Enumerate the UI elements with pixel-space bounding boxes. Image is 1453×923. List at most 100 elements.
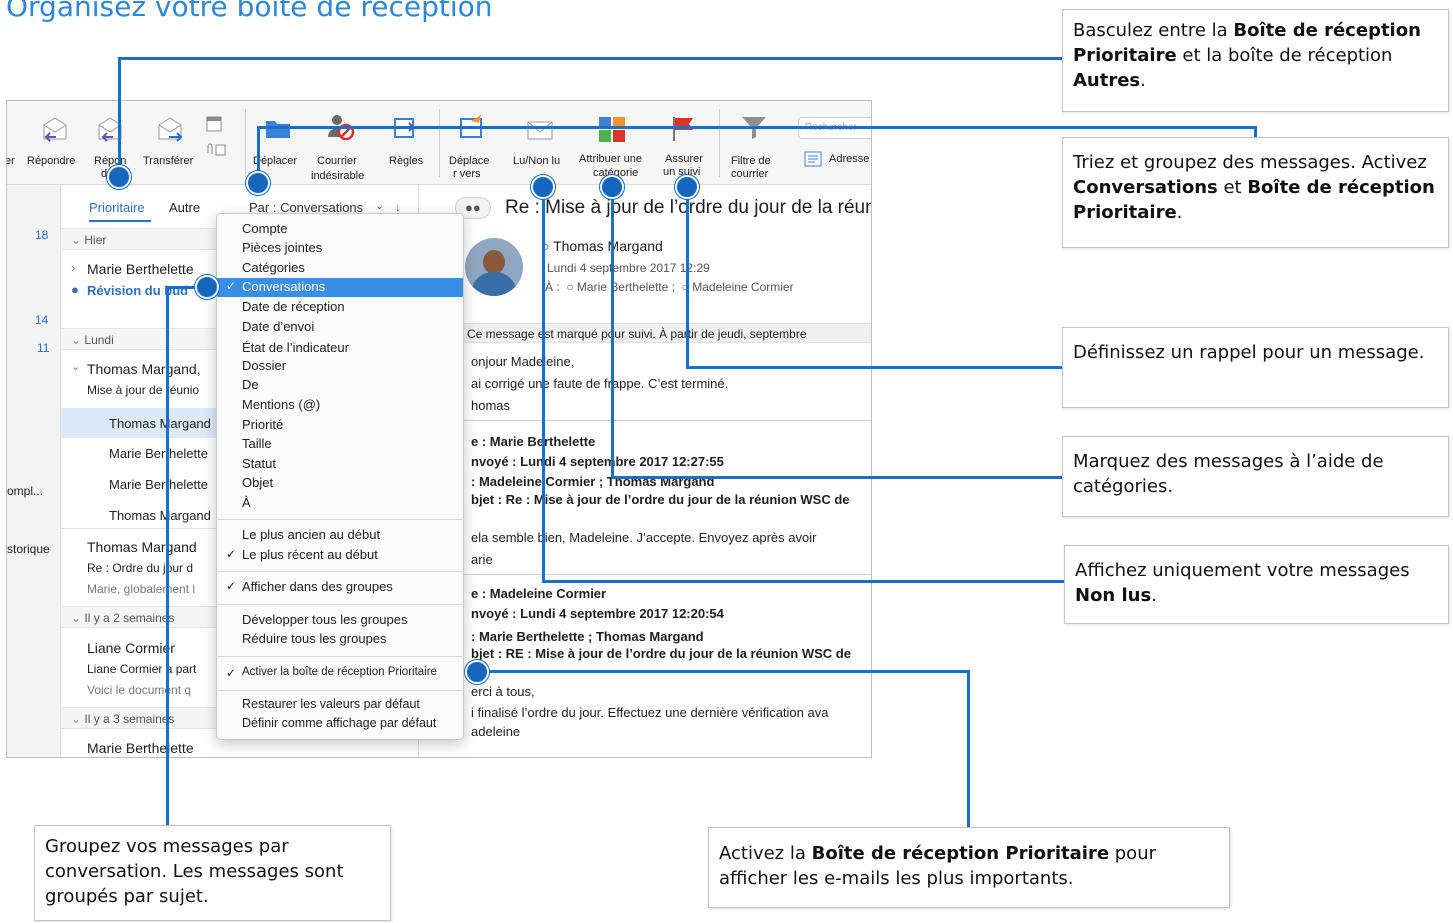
leader-line [611, 476, 1063, 479]
menu-item[interactable]: Pièces jointes [217, 239, 463, 258]
menu-item-checked[interactable]: ✓ Activer la boîte de réception Prioritai… [217, 665, 463, 684]
message-sender[interactable]: Liane Cormier [87, 640, 175, 656]
tab-other[interactable]: Autre [169, 200, 200, 215]
menu-item[interactable]: Réduire tous les groupes [217, 630, 463, 649]
filter-label-1: Filtre de [731, 155, 771, 167]
move-to-button[interactable]: Déplace r vers [447, 109, 499, 185]
flag-banner-text: Ce message est marqué pour suivi. À part… [467, 327, 807, 341]
attachment-button[interactable] [205, 143, 227, 161]
message-preview: Marie, globalement l [87, 582, 196, 596]
menu-item[interactable]: Développer tous les groupes [217, 611, 463, 630]
recipient[interactable]: Marie Berthelette ; [577, 280, 675, 294]
menu-item[interactable]: Dossier [217, 357, 463, 376]
menu-item[interactable]: Date d’envoi [217, 318, 463, 337]
leader-line [611, 186, 614, 479]
folder-label-partial[interactable]: ompl... [7, 484, 43, 498]
menu-item-label: Afficher dans des groupes [242, 579, 393, 594]
follow-up-button[interactable]: Assurer un suivi [659, 109, 711, 185]
menu-item[interactable]: De [217, 376, 463, 395]
forward-button[interactable]: Transférer [141, 109, 199, 181]
sort-menu: Compte Pièces jointes Catégories ✓ Conver… [216, 213, 464, 740]
forward-icon [158, 117, 183, 142]
leader-line [542, 186, 545, 582]
rules-button[interactable]: Règles [385, 109, 429, 181]
menu-item[interactable]: Compte [217, 220, 463, 239]
menu-item[interactable]: Taille [217, 435, 463, 454]
categorize-button[interactable]: Attribuer une catégorie [577, 109, 653, 185]
checkmark-icon: ✓ [226, 279, 237, 293]
address-book-button[interactable]: Adresse [803, 151, 871, 171]
attachment-icon [207, 143, 226, 156]
move-to-label-2: r vers [453, 168, 481, 180]
unread-count: 11 [37, 341, 50, 355]
callout-marker [246, 171, 270, 195]
body-line: adeleine [471, 724, 521, 739]
read-unread-label: Lu/Non lu [513, 155, 561, 167]
body-line: ela semble bien, Madeleine. J’accepte. E… [471, 530, 817, 545]
recipient[interactable]: Madeleine Cormier [692, 280, 793, 294]
sort-direction-icon[interactable]: ↓ [395, 200, 401, 214]
menu-separator [217, 604, 463, 605]
thread-sender[interactable]: Thomas Margand [109, 508, 211, 523]
chevron-down-icon: ⌄ [71, 611, 85, 625]
sender-name[interactable]: Thomas Margand [553, 238, 663, 254]
callout-marker [465, 660, 489, 684]
message-subject[interactable]: Mise à jour de réunio [87, 383, 199, 397]
menu-item[interactable]: Mentions (@) [217, 396, 463, 415]
menu-item[interactable]: Catégories [217, 259, 463, 278]
message-sender[interactable]: Marie Berthelette [87, 261, 194, 277]
message-sender[interactable]: Marie Berthelette [87, 740, 194, 756]
group-label: Lundi [84, 333, 114, 347]
address-label: Adresse [829, 153, 870, 165]
junk-label-2: indésirable [311, 170, 365, 182]
menu-item[interactable]: Priorité [217, 416, 463, 435]
checkmark-icon: ✓ [226, 547, 237, 561]
menu-item[interactable]: Date de réception [217, 298, 463, 317]
menu-item[interactable]: Restaurer les valeurs par défaut [217, 696, 463, 715]
junk-label-1: Courrier [317, 155, 357, 167]
menu-item[interactable]: Statut [217, 455, 463, 474]
menu-item-checked[interactable]: ✓ Afficher dans des groupes [217, 578, 463, 597]
reply-button[interactable]: Répondre [27, 109, 83, 181]
menu-separator [217, 656, 463, 657]
chevron-right-icon[interactable]: › [71, 260, 75, 275]
leader-line [166, 286, 169, 826]
menu-item-selected[interactable]: ✓ Conversations [217, 278, 463, 297]
message-subject[interactable]: Re : Ordre du jour d [87, 561, 193, 575]
thread-sender[interactable]: Marie Berthelette [109, 477, 208, 492]
message-preview: Voici le document q [87, 683, 192, 697]
menu-item[interactable]: À [217, 494, 463, 513]
menu-item[interactable]: Le plus ancien au début [217, 526, 463, 545]
quoted-sent: nvoyé : Lundi 4 septembre 2017 12:27:55 [471, 454, 724, 469]
message-sender[interactable]: Thomas Margand, [87, 361, 201, 377]
menu-item[interactable]: Définir comme affichage par défaut [217, 715, 463, 734]
chevron-down-icon[interactable]: ⌄ [71, 360, 80, 373]
page-title: Organisez votre boîte de réception [6, 0, 493, 23]
callout-focused-inbox: Basculez entre la Boîte de réception Pri… [1062, 9, 1449, 112]
menu-item-checked[interactable]: ✓ Le plus récent au début [217, 546, 463, 565]
unread-count: 18 [35, 228, 49, 242]
junk-button[interactable]: Courrier indésirable [307, 109, 373, 185]
mail-filter-button[interactable]: Filtre de courrier [727, 109, 781, 185]
leader-line [686, 366, 1064, 369]
chevron-down-icon: ⌄ [71, 233, 85, 247]
move-to-label-1: Déplace [449, 155, 490, 167]
read-unread-button[interactable]: Lu/Non lu [511, 109, 569, 181]
address-book-icon [804, 151, 822, 167]
body-line: onjour Madeleine, [471, 354, 575, 369]
leader-line [542, 580, 1064, 583]
menu-item[interactable]: Objet [217, 474, 463, 493]
folder-label-partial[interactable]: storique [7, 542, 50, 556]
meeting-button[interactable] [205, 115, 227, 137]
message-sender[interactable]: Thomas Margand [87, 539, 197, 555]
thread-sender[interactable]: Marie Berthelette [109, 446, 208, 461]
menu-item[interactable]: État de l’indicateur [217, 339, 463, 358]
group-label: Hier [84, 233, 107, 247]
divider [429, 574, 871, 575]
tab-focused[interactable]: Prioritaire [89, 200, 145, 215]
ribbon-separator [439, 109, 440, 177]
leader-line [118, 57, 121, 177]
callout-marker [195, 275, 219, 299]
message-subject[interactable]: Liane Cormier a part [87, 662, 196, 676]
callout-reminder: Définissez un rappel pour un message. [1062, 327, 1449, 408]
